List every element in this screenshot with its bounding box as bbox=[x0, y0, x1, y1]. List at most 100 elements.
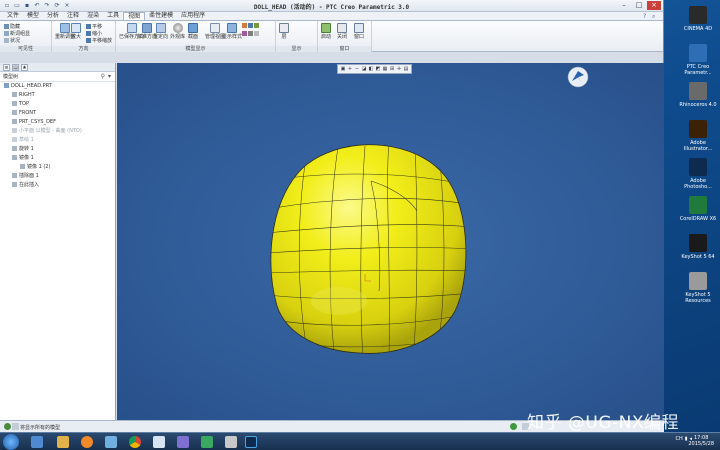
desktop-shortcut-label: CINEMA 4D bbox=[683, 26, 713, 32]
desktop-shortcut[interactable]: KeyShot 5 64 bbox=[676, 234, 720, 260]
redo-icon[interactable]: ↷ bbox=[43, 2, 51, 10]
close-button[interactable]: × bbox=[647, 1, 661, 10]
tab-annotate[interactable]: 注释 bbox=[63, 12, 83, 20]
tree-item[interactable]: 插除面 1 bbox=[0, 172, 115, 181]
regenerate-icon[interactable]: ⟳ bbox=[53, 2, 61, 10]
zoom-out-button[interactable]: 缩小 bbox=[86, 30, 102, 37]
tree-settings-icon[interactable]: ▾ bbox=[108, 73, 111, 80]
search-icon[interactable]: ⌕ bbox=[652, 13, 659, 20]
desktop-shortcut[interactable]: Rhinoceros 4.0 bbox=[676, 82, 720, 108]
tree-item[interactable]: PRT_CSYS_DEF bbox=[0, 118, 115, 127]
taskbar-explorer[interactable] bbox=[52, 434, 74, 450]
regeneration-status-icon[interactable] bbox=[510, 423, 517, 430]
repaint-icon[interactable]: ◪ bbox=[361, 66, 367, 72]
save-icon[interactable]: ▪ bbox=[23, 2, 31, 10]
ribbon: 隐藏 新词组显 状况 可见性 重新调整 放大 平移 缩小 平移缩放 方向 已保存… bbox=[0, 21, 663, 52]
desktop-shortcut[interactable]: Adobe Illustrator... bbox=[676, 120, 720, 152]
folder-browser-tab-icon[interactable]: ▤ bbox=[12, 63, 19, 71]
tree-item[interactable]: 镜像 1 bbox=[0, 154, 115, 163]
pan-button[interactable]: 平移 bbox=[86, 23, 102, 30]
tree-item[interactable]: 草绘 1 bbox=[0, 136, 115, 145]
taskbar-creo-app[interactable] bbox=[26, 434, 48, 450]
zoom-in-button[interactable]: 放大 bbox=[71, 23, 81, 40]
desktop-shortcut[interactable]: KeyShot 5 Resources bbox=[676, 272, 720, 304]
undo-icon[interactable]: ↶ bbox=[33, 2, 41, 10]
tab-view[interactable]: 视图 bbox=[123, 12, 146, 20]
hide-button[interactable]: 隐藏 bbox=[4, 23, 20, 30]
taskbar-media[interactable] bbox=[76, 434, 98, 450]
datum-display-icon[interactable]: ⊞ bbox=[389, 66, 395, 72]
status-button[interactable]: 状况 bbox=[4, 37, 20, 44]
window-controls: – □ × bbox=[617, 1, 661, 10]
reorient-button[interactable]: 重定向 bbox=[153, 23, 168, 40]
desktop-shortcut[interactable]: CorelDRAW X6 bbox=[676, 196, 720, 222]
tree-item[interactable]: RIGHT bbox=[0, 91, 115, 100]
creo-icon bbox=[689, 44, 707, 62]
tab-file[interactable]: 文件 bbox=[3, 12, 23, 20]
appearance-gallery-button[interactable]: 外观库 bbox=[170, 23, 185, 40]
tab-applications[interactable]: 应用程序 bbox=[177, 12, 209, 20]
minimize-button[interactable]: – bbox=[617, 1, 631, 10]
zoom-in-icon[interactable]: + bbox=[347, 66, 353, 72]
taskbar-app-4[interactable] bbox=[100, 434, 122, 450]
chrome-icon bbox=[129, 436, 141, 448]
tree-item[interactable]: FRONT bbox=[0, 109, 115, 118]
clock[interactable]: 17:08 2015/5/28 bbox=[688, 435, 714, 447]
tab-flexible-modeling[interactable]: 柔性建模 bbox=[145, 12, 177, 20]
taskbar-photoshop[interactable] bbox=[240, 434, 262, 450]
desktop-shortcut[interactable]: PTC Creo Parametr... bbox=[676, 44, 720, 76]
datum-display-csys[interactable] bbox=[242, 31, 259, 36]
start-button[interactable] bbox=[3, 434, 19, 450]
zoom-out-icon[interactable]: − bbox=[354, 66, 360, 72]
taskbar-chrome[interactable] bbox=[124, 434, 146, 450]
tree-filters-icon[interactable]: ⚲ bbox=[101, 73, 105, 80]
maximize-button[interactable]: □ bbox=[632, 1, 646, 10]
help-icon[interactable]: ? bbox=[643, 13, 650, 20]
tree-item[interactable]: DOLL_HEAD.PRT bbox=[0, 82, 115, 91]
tab-analysis[interactable]: 分析 bbox=[43, 12, 63, 20]
feature-icon bbox=[12, 172, 17, 178]
network-icon[interactable]: ▮ bbox=[685, 436, 688, 442]
tree-item[interactable]: 在此插入 bbox=[0, 181, 115, 190]
display-style-icon[interactable]: ◧ bbox=[368, 66, 374, 72]
section-icon bbox=[188, 23, 198, 33]
group-label-visibility: 可见性 bbox=[0, 46, 51, 52]
tab-tools[interactable]: 工具 bbox=[103, 12, 123, 20]
tab-model[interactable]: 模型 bbox=[23, 12, 43, 20]
favorites-tab-icon[interactable]: ★ bbox=[21, 63, 28, 71]
tree-item[interactable]: 小平面 以模型 - 曲面 (NTO) bbox=[0, 127, 115, 136]
taskbar-app-9[interactable] bbox=[220, 434, 242, 450]
section-button[interactable]: 截面 bbox=[188, 23, 198, 40]
windows-button[interactable]: 窗口 bbox=[354, 23, 364, 40]
model-tree-tab-icon[interactable]: ≡ bbox=[3, 63, 10, 71]
desktop-shortcut[interactable]: CINEMA 4D bbox=[676, 6, 720, 32]
tree-item[interactable]: 旋转 1 bbox=[0, 145, 115, 154]
new-file-icon[interactable]: ▫ bbox=[3, 2, 11, 10]
desktop-shortcut[interactable]: Adobe Photosho... bbox=[676, 158, 720, 190]
tree-item[interactable]: TOP bbox=[0, 100, 115, 109]
tab-render[interactable]: 渲染 bbox=[83, 12, 103, 20]
activate-button[interactable]: 启动 bbox=[321, 23, 331, 40]
close-view-button[interactable]: 关闭 bbox=[337, 23, 347, 40]
message-log-icon[interactable] bbox=[12, 423, 19, 430]
layers-button[interactable]: 层 bbox=[279, 23, 289, 40]
close-window-icon[interactable]: × bbox=[63, 2, 71, 10]
pan-zoom-button[interactable]: 平移缩放 bbox=[86, 37, 112, 44]
refit-icon[interactable]: ▣ bbox=[340, 66, 346, 72]
saved-orientations-icon[interactable]: ◩ bbox=[375, 66, 381, 72]
display-style-button[interactable]: 显示样式 bbox=[222, 23, 242, 40]
taskbar-app-8[interactable] bbox=[196, 434, 218, 450]
graphics-viewport[interactable]: ▣ + − ◪ ◧ ◩ ▦ ⊞ ✛ ▤ bbox=[117, 63, 664, 420]
annotation-display-icon[interactable]: ▤ bbox=[403, 66, 409, 72]
new-group-display-button[interactable]: 新词组显 bbox=[4, 30, 30, 37]
tree-item-label: 镜像 1 (2) bbox=[27, 164, 51, 170]
spin-center-icon[interactable]: ✛ bbox=[396, 66, 402, 72]
taskbar-app-7[interactable] bbox=[172, 434, 194, 450]
tree-item[interactable]: 镜像 1 (2) bbox=[0, 163, 115, 172]
view-manager-icon[interactable]: ▦ bbox=[382, 66, 388, 72]
feature-icon bbox=[12, 136, 17, 142]
open-file-icon[interactable]: ▭ bbox=[13, 2, 21, 10]
language-indicator[interactable]: CH bbox=[675, 436, 682, 442]
datum-display-axes[interactable] bbox=[242, 23, 259, 28]
taskbar-app-6[interactable] bbox=[148, 434, 170, 450]
